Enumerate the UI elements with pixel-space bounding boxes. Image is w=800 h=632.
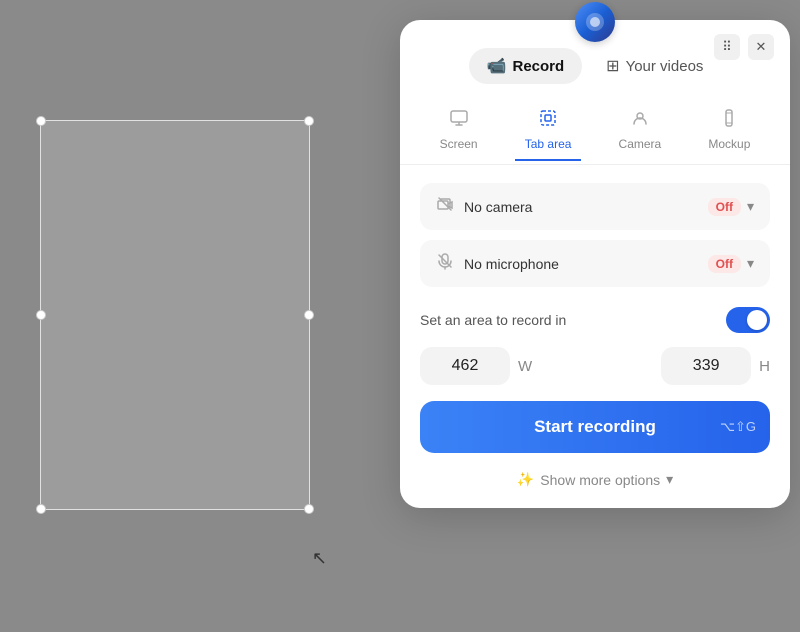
toggle-knob [747, 310, 767, 330]
microphone-badge: Off [708, 255, 741, 273]
mode-tab-tab-area[interactable]: Tab area [515, 100, 582, 161]
options-area: No camera Off ▾ No microphone Off ▾ [400, 165, 790, 287]
handle-bottom-right[interactable] [304, 504, 314, 514]
recording-panel: ⠿ ✕ 📹 Record ⊞ Your videos Screen [400, 20, 790, 508]
microphone-option-row[interactable]: No microphone Off ▾ [420, 240, 770, 287]
handle-mid-right[interactable] [304, 310, 314, 320]
tab-your-videos[interactable]: ⊞ Your videos [588, 48, 721, 84]
selection-box[interactable]: ↖ [40, 120, 310, 510]
mockup-mode-icon [719, 108, 739, 133]
mode-tab-mockup-label: Mockup [708, 137, 750, 151]
mode-tab-camera-label: Camera [619, 137, 662, 151]
canvas-area: ↖ [0, 0, 340, 632]
camera-option-row[interactable]: No camera Off ▾ [420, 183, 770, 230]
microphone-chevron-icon: ▾ [747, 255, 754, 272]
sparkle-icon: ✨ [517, 471, 534, 488]
tab-record[interactable]: 📹 Record [469, 48, 583, 84]
camera-option-label: No camera [464, 199, 708, 215]
dimensions-row: W H [400, 347, 790, 401]
window-controls: ⠿ ✕ [714, 34, 774, 60]
width-input[interactable] [420, 347, 510, 385]
area-toggle-switch[interactable] [726, 307, 770, 333]
tab-record-label: Record [512, 58, 564, 75]
tab-area-mode-icon [538, 108, 558, 133]
grid-icon: ⠿ [722, 39, 732, 55]
mode-tab-mockup[interactable]: Mockup [698, 100, 760, 161]
handle-top-left[interactable] [36, 116, 46, 126]
mode-tab-screen[interactable]: Screen [430, 100, 488, 161]
start-recording-label: Start recording [534, 417, 656, 437]
area-toggle-row: Set an area to record in [400, 297, 790, 347]
height-input[interactable] [661, 347, 751, 385]
no-camera-icon [436, 195, 454, 218]
camera-chevron-icon: ▾ [747, 198, 754, 215]
mode-tab-tab-area-label: Tab area [525, 137, 572, 151]
handle-mid-left[interactable] [36, 310, 46, 320]
more-options-row[interactable]: ✨ Show more options ▾ [400, 467, 790, 488]
start-recording-button[interactable]: Start recording ⌥⇧G [420, 401, 770, 453]
shortcut-text: ⌥⇧G [720, 419, 756, 435]
mode-tabs: Screen Tab area Camera [400, 100, 790, 165]
more-options-label: Show more options [540, 472, 660, 488]
camera-badge: Off [708, 198, 741, 216]
record-tab-icon: 📹 [487, 56, 507, 76]
your-videos-tab-icon: ⊞ [606, 56, 619, 76]
camera-mode-icon [630, 108, 650, 133]
tab-your-videos-label: Your videos [626, 58, 704, 75]
screen-mode-icon [449, 108, 469, 133]
grid-button[interactable]: ⠿ [714, 34, 740, 60]
area-toggle-label: Set an area to record in [420, 312, 726, 328]
mode-tab-screen-label: Screen [440, 137, 478, 151]
app-icon [575, 2, 615, 42]
height-label: H [759, 358, 770, 375]
close-icon: ✕ [756, 39, 767, 55]
width-label: W [518, 358, 532, 375]
more-options-chevron-icon: ▾ [666, 471, 673, 488]
microphone-option-label: No microphone [464, 256, 708, 272]
mode-tab-camera[interactable]: Camera [609, 100, 672, 161]
handle-top-right[interactable] [304, 116, 314, 126]
close-button[interactable]: ✕ [748, 34, 774, 60]
no-microphone-icon [436, 252, 454, 275]
handle-bottom-left[interactable] [36, 504, 46, 514]
record-shortcut: ⌥⇧G [720, 419, 756, 435]
cursor-icon: ↖ [312, 548, 327, 569]
